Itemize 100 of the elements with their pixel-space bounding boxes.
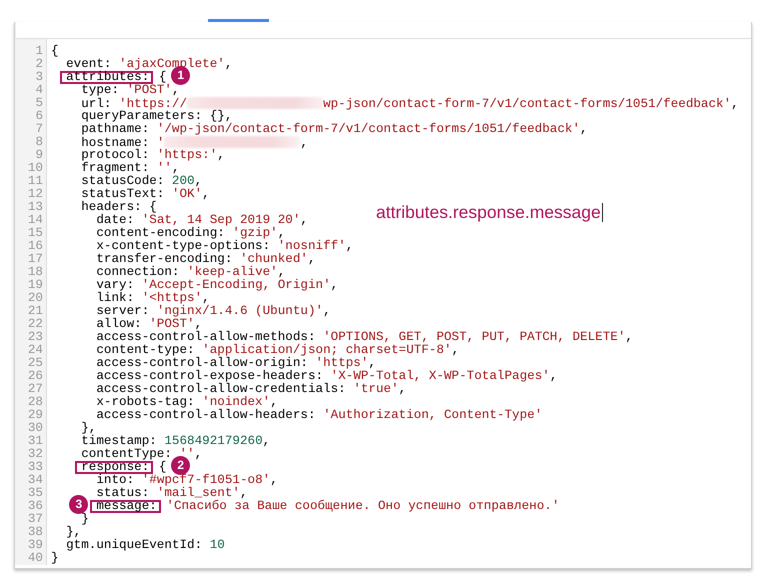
code-text: , (202, 291, 210, 305)
string-value: '#wpcf7-f1051-o8' (142, 473, 270, 487)
code-text: access-control-allow-credentials: (95, 382, 347, 396)
line-number: 21 (26, 305, 44, 318)
code-text: , (580, 122, 588, 136)
string-value: 'Authorization, Content-Type' (323, 408, 542, 422)
string-value: 'mail_sent' (156, 486, 240, 500)
string-value: '' (156, 161, 172, 175)
line-number: 2 (34, 58, 44, 71)
string-value: 'nosniff' (278, 239, 346, 253)
string-value: 'keep-alive' (187, 265, 278, 279)
code-text: , (217, 148, 225, 162)
code-text: , (194, 174, 202, 188)
code-text: , (270, 473, 278, 487)
string-value: 'POST' (149, 317, 195, 331)
code-text: , (224, 57, 232, 71)
line-number: 10 (26, 162, 44, 175)
code-text: timestamp: (80, 434, 158, 448)
code-text: type: (80, 83, 120, 97)
code-text: } (51, 551, 59, 565)
line-number: 14 (26, 214, 44, 227)
string-value: 'chunked' (240, 252, 308, 266)
highlighted-key: response: (75, 461, 154, 474)
string-value: 'OPTIONS, GET, POST, PUT, PATCH, DELETE' (323, 330, 626, 344)
code-text: access-control-expose-headers: (95, 369, 324, 383)
line-number: 1 (34, 45, 44, 58)
code-text: , (731, 97, 739, 111)
code-text: url: (80, 97, 112, 111)
line-number: 30 (26, 422, 44, 435)
code-text: }, (80, 421, 96, 435)
code-text: link: (95, 291, 136, 305)
string-value: 'Спасибо за Ваше сообщение. Оно успешно отправлено.' (165, 499, 560, 513)
line-number: 22 (26, 318, 44, 331)
code-text: connection: (95, 265, 180, 279)
code-text: transfer-encoding: (95, 252, 232, 266)
code-text: { (158, 460, 166, 474)
code-text: , (240, 486, 248, 500)
string-value: 'Sat, 14 Sep 2019 20' (142, 213, 300, 227)
line-number: 25 (26, 357, 44, 370)
code-text: into: (95, 473, 136, 487)
code-text: access-control-allow-headers: (95, 408, 317, 422)
line-number: 40 (26, 552, 44, 565)
line-number: 6 (34, 110, 44, 123)
code-text: status: (95, 486, 150, 500)
string-value: ' (156, 136, 164, 150)
string-value: 'noindex' (202, 395, 270, 409)
code-text: date: (95, 213, 134, 227)
line-number: 36 (26, 500, 44, 513)
code-text: hostname: (80, 136, 150, 150)
code-text: access-control-allow-origin: (95, 356, 308, 370)
line-number: 32 (26, 448, 44, 461)
line-number: 38 (26, 526, 44, 539)
line-number: 27 (26, 383, 44, 396)
line-number: 4 (34, 84, 44, 97)
code-text: , (194, 447, 202, 461)
code-text: access-control-allow-methods: (95, 330, 316, 344)
line-number: 8 (34, 136, 44, 149)
line-number: 9 (34, 149, 44, 162)
number-value: 200 (172, 174, 195, 188)
code-text: { (51, 44, 59, 58)
code-text: , (323, 304, 331, 318)
line-number: 5 (34, 97, 44, 110)
line-number: 31 (26, 435, 44, 448)
string-value: 'application/json; charset=UTF-8' (202, 343, 452, 357)
code-text: x-content-type-options: (95, 239, 270, 253)
number-badge: 3 (69, 495, 88, 514)
code-text: , (278, 265, 286, 279)
code-text: { (158, 70, 166, 84)
string-value: 'OK' (172, 187, 202, 201)
code-text: x-robots-tag: (95, 395, 195, 409)
code-text: , (172, 161, 180, 175)
line-number: 13 (26, 201, 44, 214)
line-number: 37 (26, 513, 44, 526)
code-text: , (194, 317, 202, 331)
string-value: wp-json/contact-form-7/v1/contact-forms/1051/feedback' (323, 97, 732, 111)
line-number: 11 (26, 175, 44, 188)
code-text: content-type: (95, 343, 195, 357)
string-value: 'https:' (156, 148, 218, 162)
line-number: 23 (26, 331, 44, 344)
string-value: 'nginx/1.4.6 (Ubuntu)' (156, 304, 324, 318)
line-number: 19 (26, 279, 44, 292)
line-number: 20 (26, 292, 44, 305)
code-text: , (398, 382, 406, 396)
line-number: 24 (26, 344, 44, 357)
code-text: contentType: (80, 447, 173, 461)
code-text: , (452, 343, 460, 357)
line-number: 12 (26, 188, 44, 201)
number-value: 10 (210, 538, 225, 552)
number-badge: 2 (171, 456, 190, 475)
code-text: allow: (95, 317, 142, 331)
string-value: 'X-WP-Total, X-WP-TotalPages' (330, 369, 550, 383)
string-value: 'https' (316, 356, 368, 370)
code-text: protocol: (80, 148, 150, 162)
code-text: vary: (95, 278, 136, 292)
line-number: 29 (26, 409, 44, 422)
code-text: , (368, 356, 376, 370)
string-value: '/wp-json/contact-form-7/v1/contact-forms/1051/feedback' (156, 122, 580, 136)
code-text: , (270, 395, 278, 409)
string-value: 'Accept-Encoding, Origin' (142, 278, 331, 292)
code-text: statusText: (80, 187, 166, 201)
